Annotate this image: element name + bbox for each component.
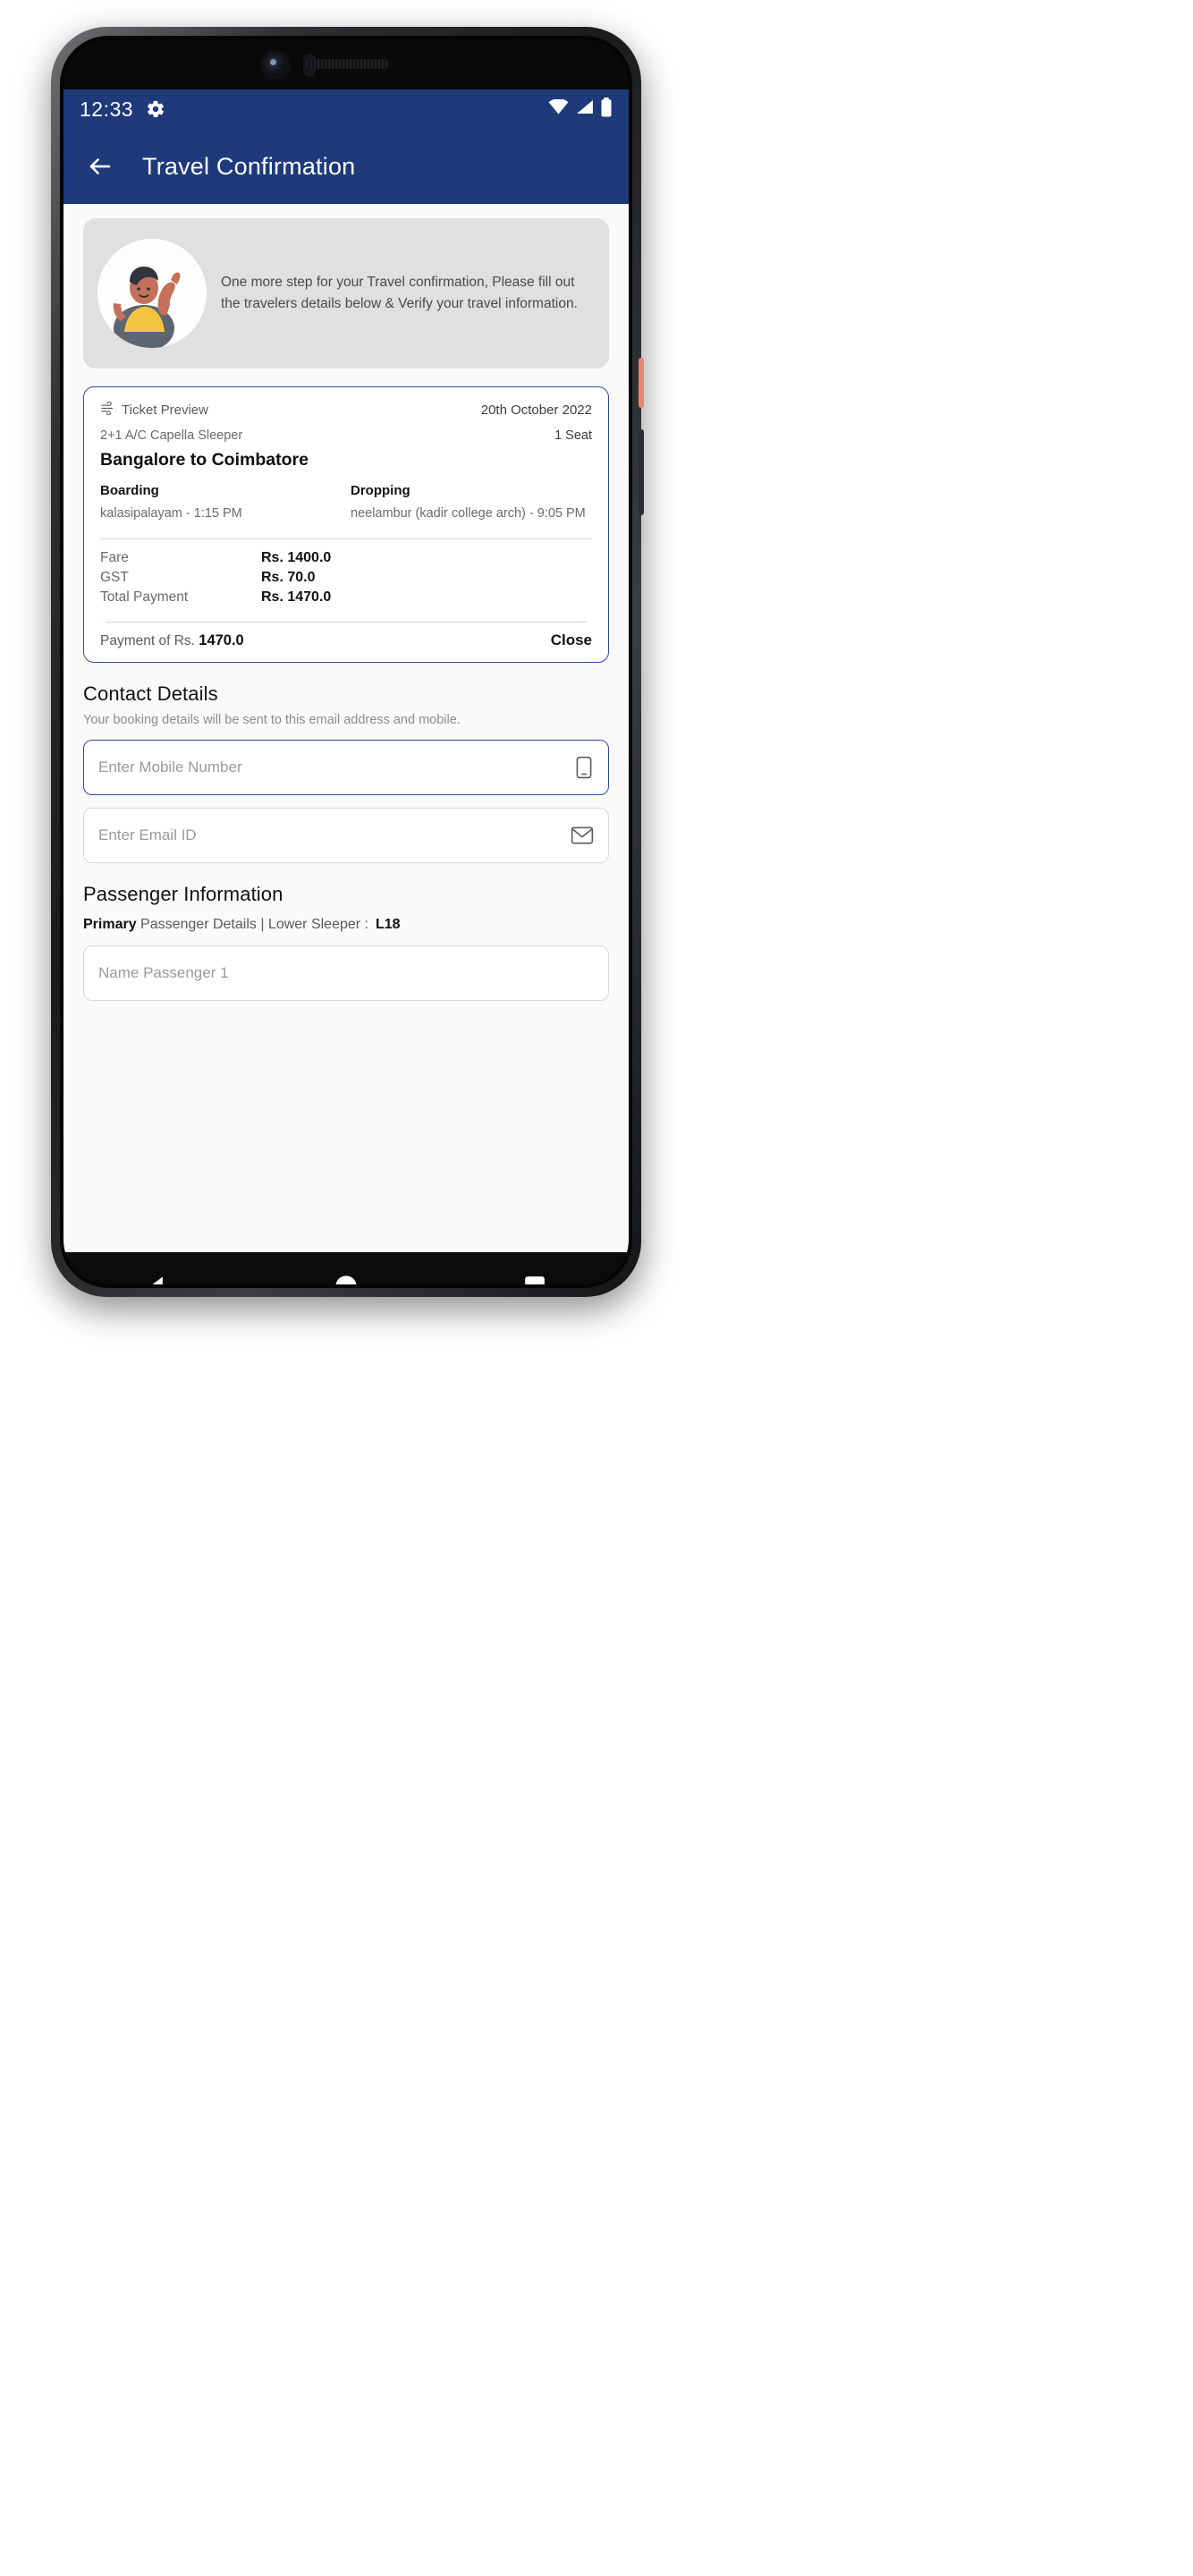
fare-row: Fare Rs. 1400.0 <box>100 550 592 566</box>
close-button[interactable]: Close <box>551 631 592 649</box>
back-arrow-icon[interactable] <box>83 149 117 183</box>
status-indicators <box>548 97 613 122</box>
banner-message: One more step for your Travel confirmati… <box>221 274 578 311</box>
status-bar: 12:33 <box>63 89 629 129</box>
gst-value: Rs. 70.0 <box>261 569 316 585</box>
dropping-value: neelambur (kadir college arch) - 9:05 PM <box>351 506 586 521</box>
power-button[interactable] <box>639 358 644 408</box>
boarding-dropping-grid: Boarding kalasipalayam - 1:15 PM Droppin… <box>100 483 592 524</box>
passenger-name-placeholder: Name Passenger 1 <box>98 964 229 982</box>
ticket-type-row: 2+1 A/C Capella Sleeper 1 Seat <box>100 419 592 443</box>
boarding-value: kalasipalayam - 1:15 PM <box>100 506 242 521</box>
ticket-footer: Payment of Rs. 1470.0 Close <box>100 631 592 649</box>
fare-row: GST Rs. 70.0 <box>100 570 592 586</box>
total-payment-label: Total Payment <box>100 589 189 605</box>
seat-count: 1 Seat <box>554 428 592 443</box>
status-time: 12:33 <box>80 97 134 121</box>
android-navigation-bar <box>63 1252 629 1284</box>
ticket-preview-text: Ticket Preview <box>122 402 208 418</box>
mobile-input-placeholder: Enter Mobile Number <box>98 758 242 776</box>
gear-icon <box>146 99 165 119</box>
volume-button[interactable] <box>639 429 644 515</box>
email-input[interactable]: Enter Email ID <box>83 808 609 864</box>
dropping-column: Dropping neelambur (kadir college arch) … <box>351 483 592 524</box>
fare-row: Total Payment Rs. 1470.0 <box>100 589 592 606</box>
nav-back-triangle-icon[interactable] <box>122 1267 193 1284</box>
info-banner: One more step for your Travel confirmati… <box>83 218 609 369</box>
fare-label: Fare <box>100 549 129 565</box>
ticket-preview-card: Ticket Preview 20th October 2022 2+1 A/C… <box>83 386 609 664</box>
app-bar: Travel Confirmation <box>63 129 629 204</box>
scrollable-content[interactable]: One more step for your Travel confirmati… <box>63 204 629 1252</box>
mobile-phone-icon <box>574 756 594 779</box>
passenger-information-title: Passenger Information <box>83 883 283 906</box>
nav-recents-square-icon[interactable] <box>499 1267 571 1284</box>
divider <box>100 538 592 539</box>
dropping-label: Dropping <box>351 483 410 498</box>
camera-lens-highlight <box>270 59 276 65</box>
primary-label: Primary <box>83 917 137 933</box>
boarding-column: Boarding kalasipalayam - 1:15 PM <box>100 483 342 524</box>
divider <box>106 621 587 623</box>
contact-details-title: Contact Details <box>83 682 218 706</box>
passenger-name-input[interactable]: Name Passenger 1 <box>83 945 609 1002</box>
waving-person-illustration <box>97 239 207 348</box>
cellular-signal-icon <box>575 99 594 119</box>
battery-full-icon <box>600 97 613 122</box>
payment-prefix: Payment of Rs. <box>100 632 199 648</box>
envelope-icon <box>571 826 594 845</box>
boarding-label: Boarding <box>100 483 159 498</box>
phone-screen: 12:33 Travel Confirmation One more step … <box>63 39 629 1284</box>
air-conditioning-icon <box>100 401 115 419</box>
payment-amount: 1470.0 <box>199 631 244 648</box>
email-input-placeholder: Enter Email ID <box>98 826 197 844</box>
ticket-header-row: Ticket Preview 20th October 2022 <box>100 401 592 419</box>
fare-value: Rs. 1400.0 <box>261 549 332 565</box>
bus-type: 2+1 A/C Capella Sleeper <box>100 428 243 443</box>
payment-summary: Payment of Rs. 1470.0 <box>100 632 244 649</box>
ticket-preview-label-group: Ticket Preview <box>100 401 208 419</box>
page-title: Travel Confirmation <box>142 152 356 180</box>
total-payment-value: Rs. 1470.0 <box>261 589 332 605</box>
passenger-detail-line: Primary Passenger Details | Lower Sleepe… <box>83 917 609 933</box>
phone-inner-bezel: 12:33 Travel Confirmation One more step … <box>60 36 632 1288</box>
route-title: Bangalore to Coimbatore <box>100 450 309 470</box>
ticket-date: 20th October 2022 <box>480 402 592 418</box>
front-camera-icon <box>264 54 287 77</box>
wifi-icon <box>548 98 569 119</box>
mobile-number-input[interactable]: Enter Mobile Number <box>83 740 609 796</box>
passenger-detail-text: Passenger Details | Lower Sleeper : <box>136 917 368 933</box>
seat-number-badge: L18 <box>376 917 401 933</box>
nav-home-circle-icon[interactable] <box>310 1267 382 1284</box>
earpiece-speaker <box>307 59 389 69</box>
phone-device-frame: 12:33 Travel Confirmation One more step … <box>51 27 644 1297</box>
contact-details-subtitle: Your booking details will be sent to thi… <box>83 713 461 728</box>
notch-area <box>63 39 629 89</box>
gst-label: GST <box>100 569 129 585</box>
